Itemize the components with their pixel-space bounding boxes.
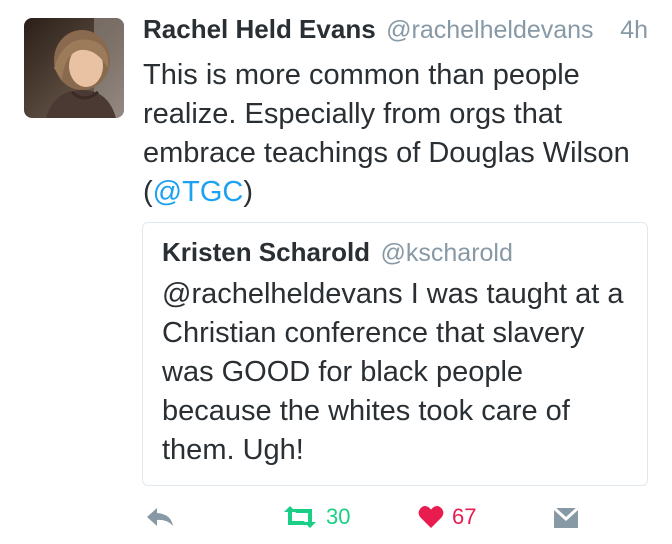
author-name[interactable]: Rachel Held Evans xyxy=(143,14,376,44)
heart-icon xyxy=(418,506,444,528)
quoted-tweet[interactable]: Kristen Scharold @kscharold @rachelhelde… xyxy=(142,222,648,486)
envelope-icon xyxy=(552,506,580,528)
quoted-tweet-header: Kristen Scharold @kscharold xyxy=(162,237,513,268)
tweet-text: This is more common than people realize.… xyxy=(143,56,653,212)
mention-link[interactable]: @TGC xyxy=(153,176,244,208)
direct-message-button[interactable] xyxy=(552,506,580,530)
tweet-header: Rachel Held Evans @rachelheldevans 4h xyxy=(143,14,658,50)
profile-photo xyxy=(24,18,124,118)
retweet-count: 30 xyxy=(326,504,351,529)
retweet-icon xyxy=(284,506,316,528)
tweet-actions: 30 67 xyxy=(0,500,672,540)
tweet-text-end: ) xyxy=(243,176,253,208)
like-button[interactable]: 67 xyxy=(418,504,476,530)
reply-arrow-icon xyxy=(147,508,173,526)
avatar[interactable] xyxy=(24,18,124,118)
like-count: 67 xyxy=(452,504,477,529)
quoted-tweet-text: @rachelheldevans I was taught at a Chris… xyxy=(162,278,624,466)
reply-button[interactable] xyxy=(145,506,175,528)
retweet-button[interactable]: 30 xyxy=(282,504,350,530)
tweet-timestamp[interactable]: 4h xyxy=(620,16,648,45)
author-handle[interactable]: @rachelheldevans xyxy=(386,16,593,44)
quoted-author-handle: @kscharold xyxy=(380,239,513,267)
quoted-author-name: Kristen Scharold xyxy=(162,237,371,267)
